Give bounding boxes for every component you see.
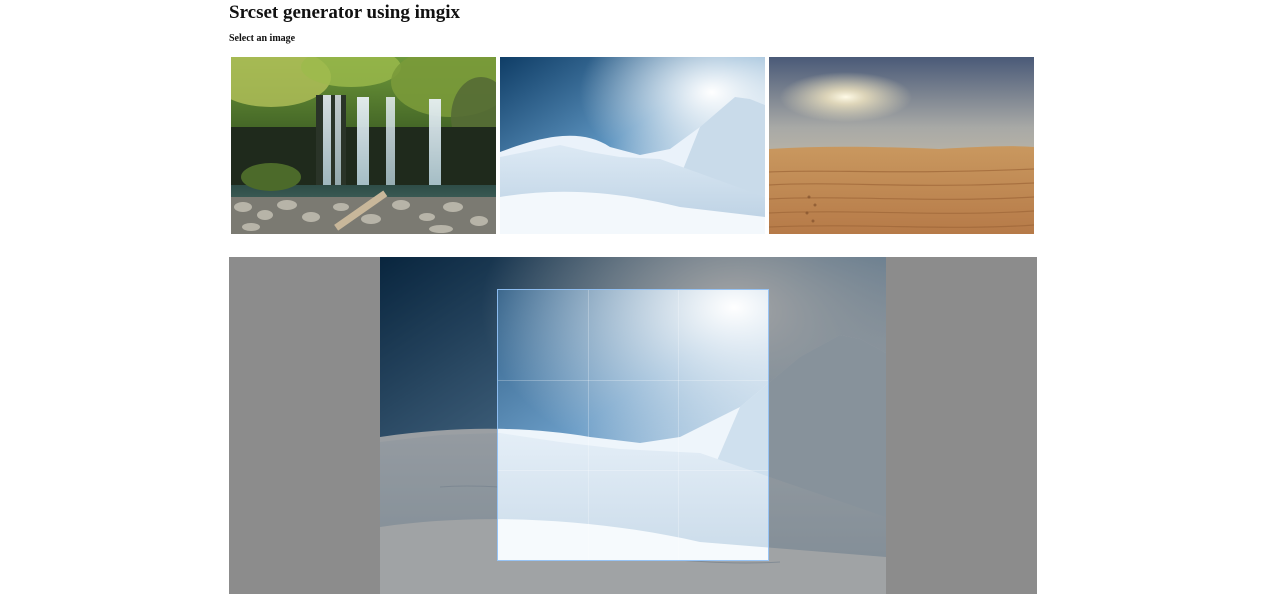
crop-guide-line [498, 380, 768, 381]
crop-guide-line [498, 470, 768, 471]
page: Srcset generator using imgix Select an i… [0, 0, 1270, 600]
image-option-snow-mountain[interactable] [500, 57, 765, 234]
image-option-desert[interactable] [769, 57, 1034, 234]
crop-editor[interactable] [229, 257, 1037, 594]
crop-guide-line [588, 290, 589, 560]
select-image-label: Select an image [229, 33, 296, 44]
page-title: Srcset generator using imgix [229, 2, 460, 23]
crop-selection-box[interactable] [497, 289, 769, 561]
image-option-waterfall[interactable] [231, 57, 496, 234]
image-gallery [231, 57, 1036, 234]
snow-mountain-image [500, 57, 765, 234]
waterfall-image [231, 57, 496, 234]
crop-guide-line [678, 290, 679, 560]
desert-image [769, 57, 1034, 234]
